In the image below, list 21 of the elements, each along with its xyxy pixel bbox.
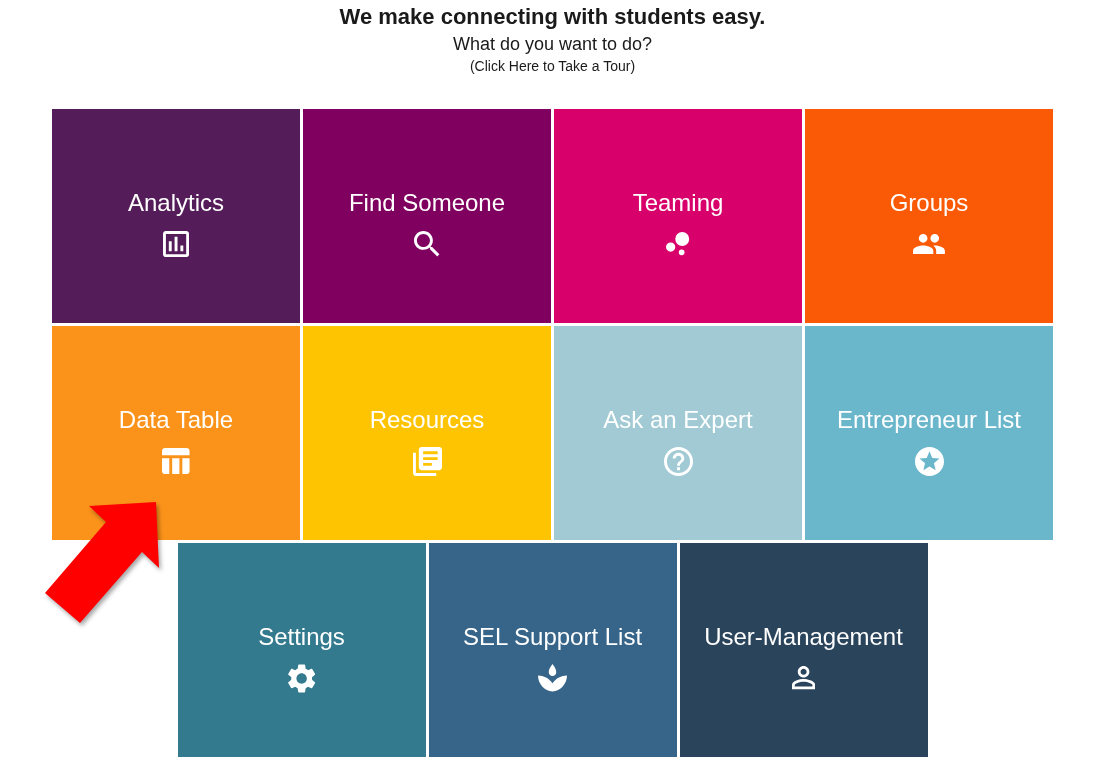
menu-tile[interactable]: Groups [805, 109, 1053, 323]
menu-tile[interactable]: Analytics [52, 109, 300, 323]
menu-tile[interactable]: Teaming [554, 109, 802, 323]
question-icon [663, 446, 693, 476]
leaves-icon [538, 664, 567, 692]
gear-icon [287, 663, 316, 693]
bar-chart-icon [162, 230, 190, 258]
search-icon [414, 231, 440, 257]
table-icon [162, 447, 190, 475]
tour-link[interactable]: (Click Here to Take a Tour) [469, 58, 636, 75]
people-icon [913, 233, 945, 255]
person-icon [791, 666, 816, 690]
menu-tile[interactable]: Settings [177, 543, 426, 757]
page-heading: We make connecting with students easy. [339, 4, 766, 30]
books-icon [412, 446, 442, 476]
bubbles-icon [666, 232, 690, 256]
menu-tile[interactable]: SEL Support List [428, 543, 677, 757]
menu-tile[interactable]: Find Someone [303, 109, 551, 323]
star-icon [914, 446, 944, 476]
page-subheading: What do you want to do? [452, 33, 653, 55]
menu-tile[interactable]: User-Management [679, 543, 928, 757]
